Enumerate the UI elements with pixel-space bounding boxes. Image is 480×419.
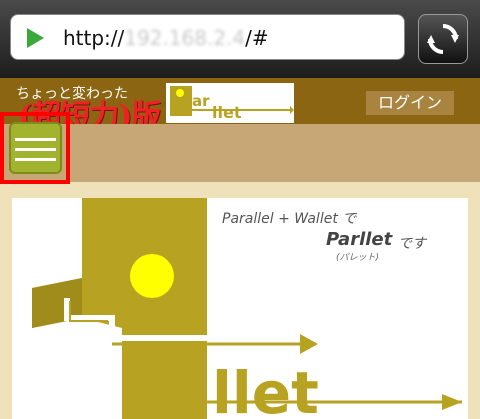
hero-brand-reading: (パレット)	[336, 253, 380, 263]
hero-brand-suffix: です	[398, 236, 426, 252]
hero-logo-text-ar: ar	[125, 287, 184, 345]
logo-text-ar: ar	[192, 92, 210, 110]
nav-strip	[0, 124, 480, 182]
refresh-button[interactable]	[418, 14, 468, 64]
address-bar[interactable]: http://192.168.2.4/#	[10, 14, 405, 60]
hero-tagline: Parallel + Wallet で	[222, 211, 357, 227]
hero-brand-name: Parllet	[326, 229, 393, 250]
login-button[interactable]: ログイン	[366, 91, 454, 115]
parllet-logo-icon: ar llet	[170, 86, 294, 122]
logo-text-llet: llet	[212, 103, 242, 122]
menu-highlight-box	[0, 112, 70, 184]
hero-logo-text-llet: llet	[212, 359, 319, 419]
play-icon	[27, 28, 44, 48]
header-logo[interactable]: ar llet	[166, 83, 294, 123]
url-text: http://192.168.2.4/#	[63, 26, 269, 50]
hero-logo-image: ar llet	[32, 198, 462, 419]
refresh-icon	[427, 24, 459, 54]
browser-toolbar: http://192.168.2.4/#	[0, 0, 480, 78]
